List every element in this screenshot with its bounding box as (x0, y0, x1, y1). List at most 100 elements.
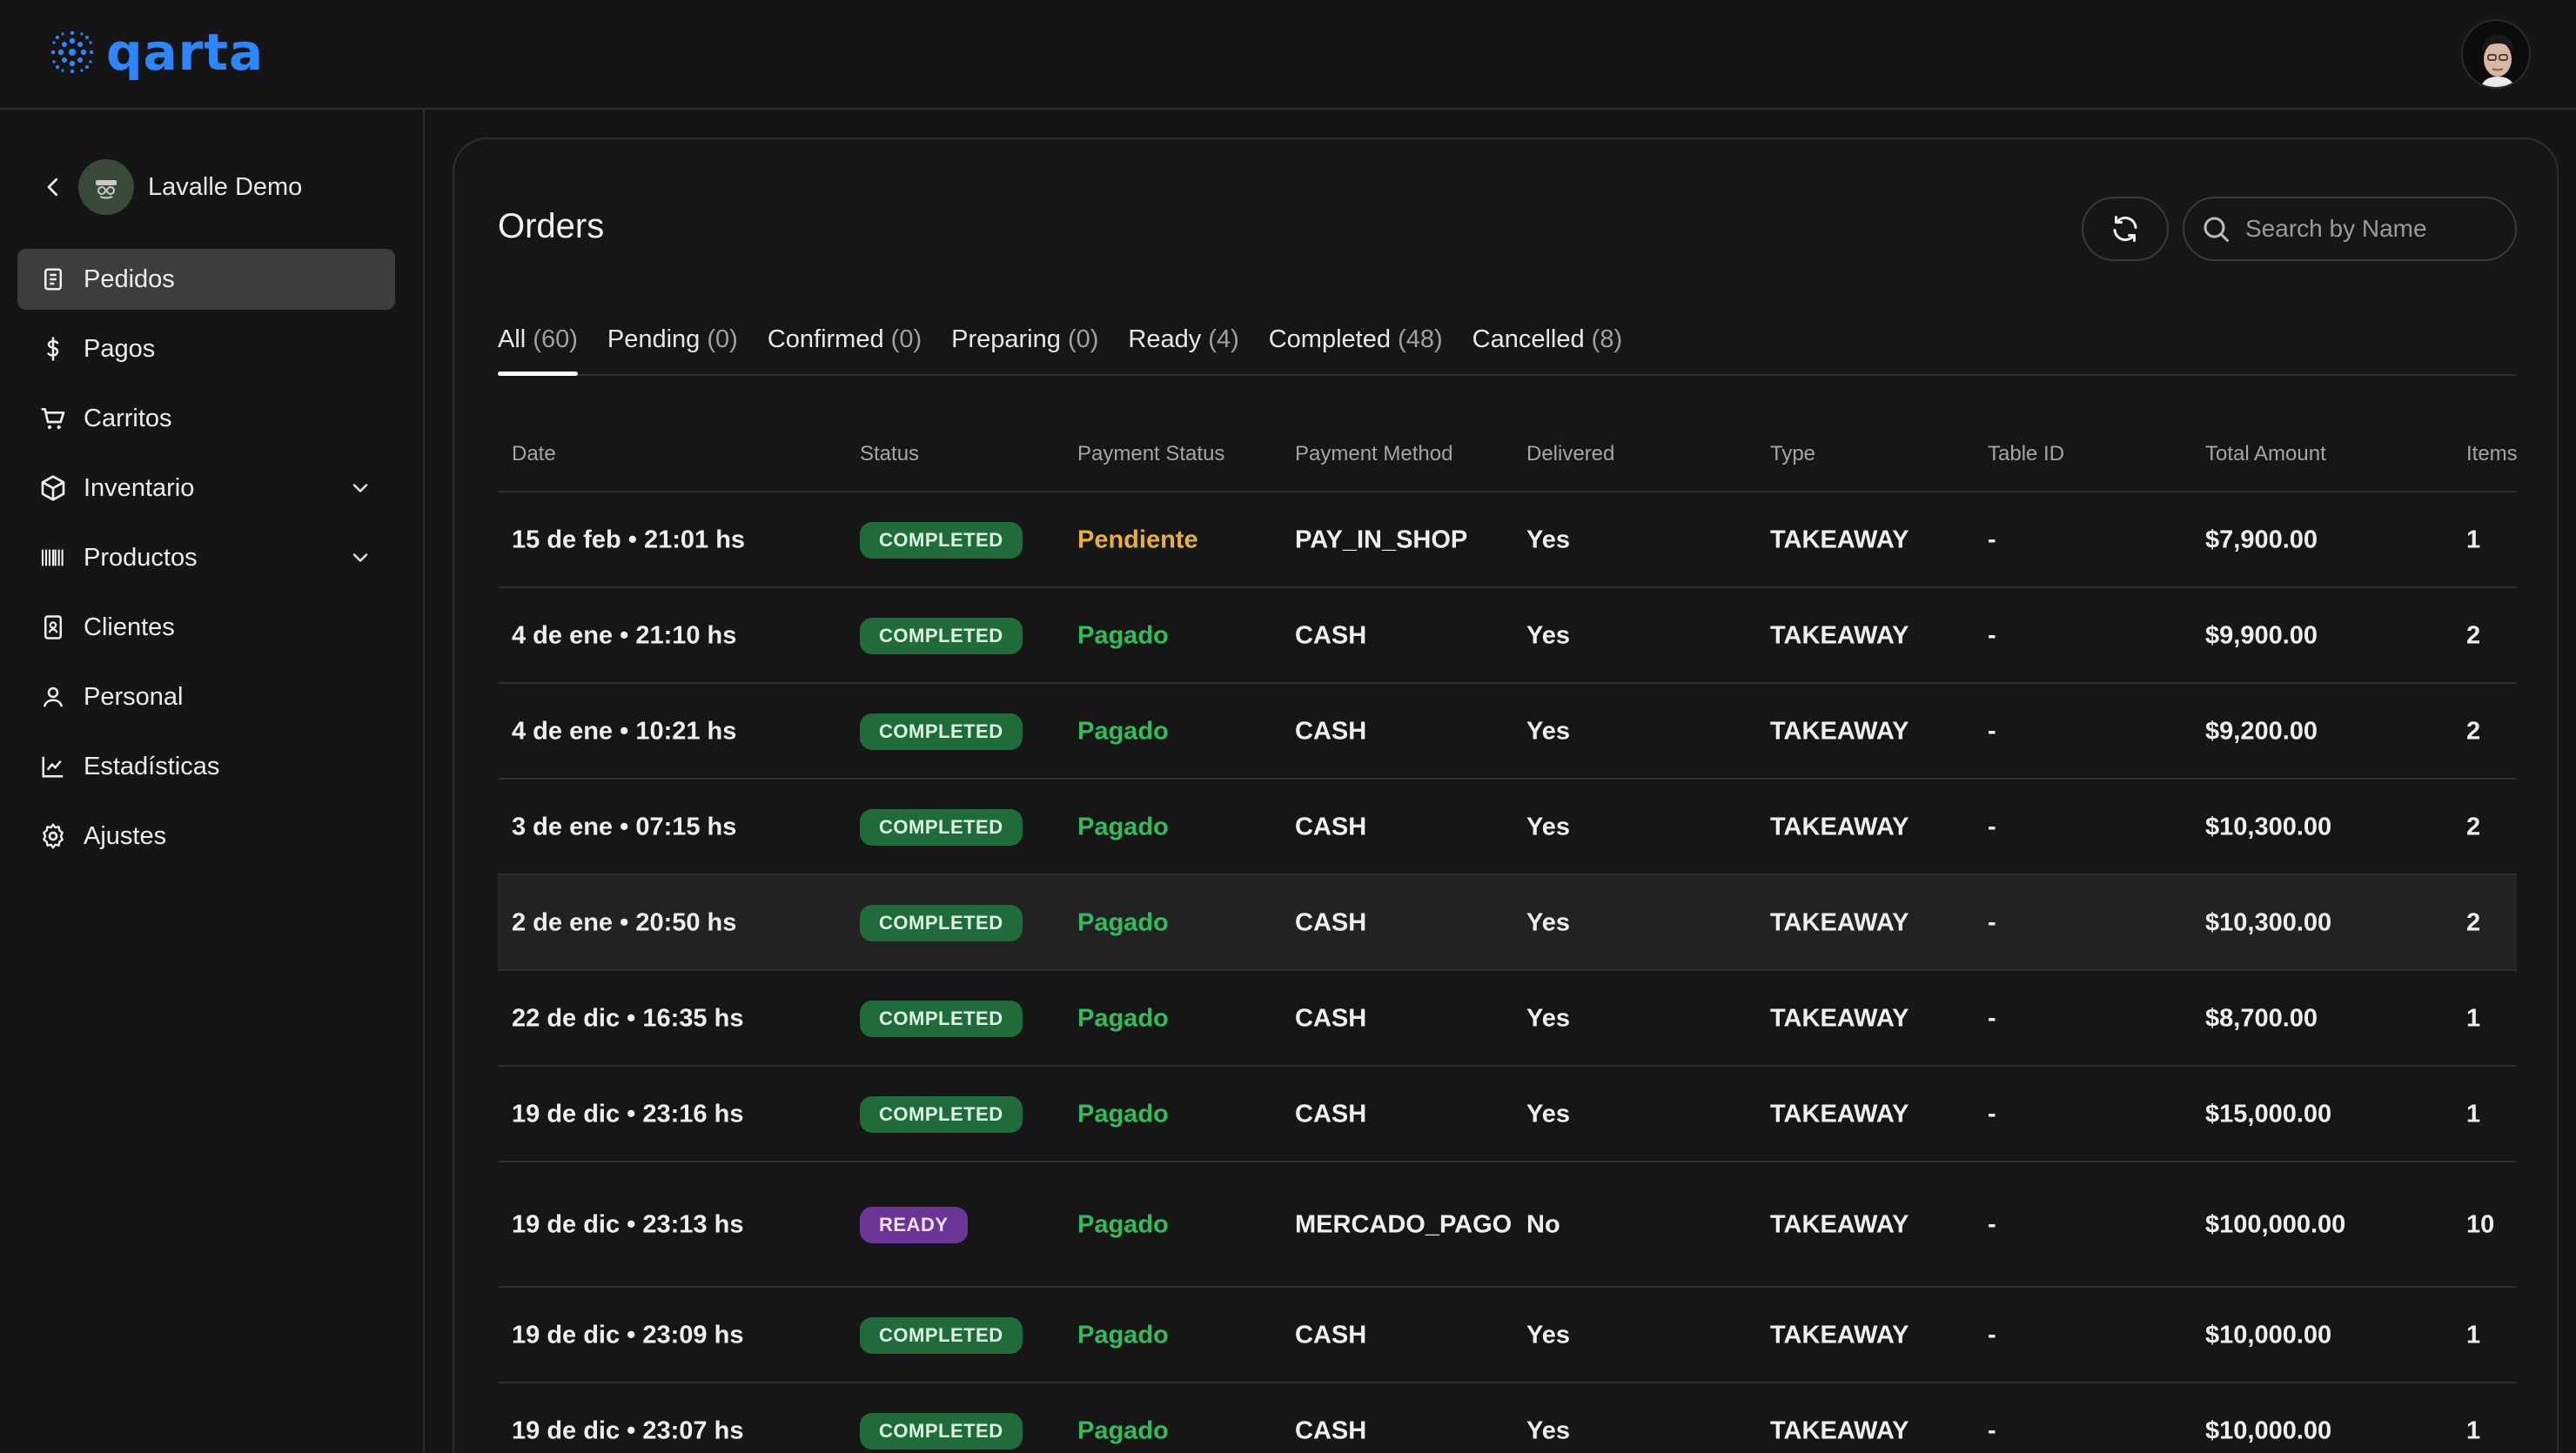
order-date: 22 de dic • 16:35 hs (512, 1004, 744, 1033)
delivered-value: Yes (1526, 1100, 1570, 1128)
sidebar-item-pedidos[interactable]: Pedidos (17, 249, 395, 310)
user-avatar[interactable] (2461, 19, 2531, 89)
column-header-payment-status[interactable]: Payment Status (1077, 442, 1224, 466)
chevron-left-icon[interactable] (40, 174, 66, 200)
payment-method: CASH (1295, 1100, 1367, 1128)
column-header-payment-method[interactable]: Payment Method (1295, 442, 1452, 466)
payment-status: Pendiente (1077, 526, 1198, 554)
tab-pending[interactable]: Pending (0) (607, 322, 738, 374)
column-header-table-id[interactable]: Table ID (1988, 442, 2064, 466)
payment-status: Pagado (1077, 813, 1169, 841)
payment-status: Pagado (1077, 1416, 1169, 1445)
items-count: 2 (2466, 908, 2481, 937)
sidebar: Lavalle Demo Pedidos Pagos Carritos Inve… (0, 110, 425, 1453)
order-date: 19 de dic • 23:13 hs (512, 1210, 744, 1239)
status-badge: COMPLETED (860, 618, 1023, 654)
total-amount: $10,300.00 (2205, 908, 2332, 937)
column-header-delivered[interactable]: Delivered (1526, 442, 1614, 466)
search-box[interactable] (2183, 197, 2517, 261)
chevron-down-icon[interactable] (348, 476, 372, 500)
tab-label: All (498, 325, 527, 353)
gear-icon (38, 821, 68, 851)
tab-count: (48) (1398, 325, 1443, 353)
orders-panel: Orders All (60) Pending (0) Confirmed (0… (453, 137, 2559, 1453)
search-input[interactable] (2245, 215, 2506, 243)
column-header-date[interactable]: Date (512, 442, 556, 466)
payment-method: MERCADO_PAGO (1295, 1210, 1513, 1239)
sidebar-nav: Pedidos Pagos Carritos Inventario Produc… (17, 249, 395, 875)
tab-ready[interactable]: Ready (4) (1128, 322, 1238, 374)
table-row[interactable]: 19 de dic • 23:07 hs COMPLETED Pagado CASH Y… (498, 1383, 2517, 1453)
sidebar-item-productos[interactable]: Productos (17, 527, 395, 588)
store-selector[interactable]: Lavalle Demo (40, 157, 302, 218)
tab-completed[interactable]: Completed (48) (1269, 322, 1443, 374)
tab-preparing[interactable]: Preparing (0) (951, 322, 1098, 374)
status-badge: COMPLETED (860, 1096, 1023, 1133)
column-header-total-amount[interactable]: Total Amount (2205, 442, 2326, 466)
total-amount: $7,900.00 (2205, 526, 2318, 554)
sidebar-item-inventario[interactable]: Inventario (17, 458, 395, 519)
sidebar-item-label: Pedidos (84, 264, 175, 293)
tab-label: Preparing (951, 325, 1061, 353)
table-row[interactable]: 3 de ene • 07:15 hs COMPLETED Pagado CASH Ye… (498, 780, 2517, 875)
sidebar-item-ajustes[interactable]: Ajustes (17, 806, 395, 867)
total-amount: $9,900.00 (2205, 621, 2318, 650)
tab-count: (0) (1067, 325, 1099, 353)
column-header-status[interactable]: Status (860, 442, 919, 466)
status-badge: COMPLETED (860, 1413, 1023, 1450)
table-id: - (1988, 1004, 1996, 1033)
delivered-value: Yes (1526, 717, 1570, 746)
table-body: 15 de feb • 21:01 hs COMPLETED Pendiente PA… (498, 492, 2517, 1453)
table-id: - (1988, 1100, 1996, 1128)
tab-cancelled[interactable]: Cancelled (8) (1472, 322, 1623, 374)
tab-confirmed[interactable]: Confirmed (0) (768, 322, 922, 374)
delivered-value: No (1526, 1210, 1560, 1239)
tab-all[interactable]: All (60) (498, 322, 578, 376)
status-badge: COMPLETED (860, 905, 1023, 941)
items-count: 1 (2466, 1416, 2481, 1445)
sidebar-item-carritos[interactable]: Carritos (17, 388, 395, 449)
table-row[interactable]: 2 de ene • 20:50 hs COMPLETED Pagado CASH Ye… (498, 875, 2517, 971)
brand-logo[interactable]: qarta (50, 24, 264, 80)
store-logo-icon (96, 180, 117, 199)
table-row[interactable]: 19 de dic • 23:13 hs READY Pagado MERCADO_P… (498, 1162, 2517, 1288)
table-id: - (1988, 1321, 1996, 1349)
column-header-type[interactable]: Type (1770, 442, 1815, 466)
package-icon (38, 473, 68, 503)
sidebar-item-pagos[interactable]: Pagos (17, 318, 395, 379)
order-type: TAKEAWAY (1770, 717, 1909, 746)
table-row[interactable]: 19 de dic • 23:09 hs COMPLETED Pagado CASH Y… (498, 1288, 2517, 1383)
column-header-items[interactable]: Items (2466, 442, 2518, 466)
status-tabs: All (60) Pending (0) Confirmed (0) Prepa… (498, 322, 2517, 376)
items-count: 2 (2466, 717, 2481, 746)
order-date: 19 de dic • 23:07 hs (512, 1416, 744, 1445)
sidebar-item-estadisticas[interactable]: Estadísticas (17, 736, 395, 797)
brand-name: qarta (106, 23, 265, 82)
table-header: Date Status Payment Status Payment Metho… (498, 411, 2518, 492)
table-row[interactable]: 15 de feb • 21:01 hs COMPLETED Pendiente PA… (498, 492, 2517, 588)
table-row[interactable]: 19 de dic • 23:16 hs COMPLETED Pagado CASH Y… (498, 1067, 2517, 1162)
table-row[interactable]: 4 de ene • 21:10 hs COMPLETED Pagado CASH Ye… (498, 588, 2517, 684)
delivered-value: Yes (1526, 1321, 1570, 1349)
sidebar-item-personal[interactable]: Personal (17, 666, 395, 727)
items-count: 1 (2466, 526, 2481, 554)
total-amount: $9,200.00 (2205, 717, 2318, 746)
order-date: 2 de ene • 20:50 hs (512, 908, 737, 937)
refresh-button[interactable] (2082, 197, 2169, 261)
table-id: - (1988, 621, 1996, 650)
payment-method: CASH (1295, 908, 1367, 937)
chevron-down-icon[interactable] (348, 546, 372, 570)
search-icon (2204, 217, 2229, 242)
status-badge: COMPLETED (860, 809, 1023, 846)
total-amount: $10,000.00 (2205, 1321, 2332, 1349)
table-row[interactable]: 4 de ene • 10:21 hs COMPLETED Pagado CASH Ye… (498, 684, 2517, 780)
sidebar-item-clientes[interactable]: Clientes (17, 597, 395, 658)
table-row[interactable]: 22 de dic • 16:35 hs COMPLETED Pagado CASH Y… (498, 971, 2517, 1067)
order-date: 15 de feb • 21:01 hs (512, 526, 746, 554)
payment-method: CASH (1295, 717, 1367, 746)
order-type: TAKEAWAY (1770, 813, 1909, 841)
delivered-value: Yes (1526, 813, 1570, 841)
page-title: Orders (498, 207, 605, 245)
payment-method: CASH (1295, 1416, 1367, 1445)
items-count: 1 (2466, 1100, 2481, 1128)
